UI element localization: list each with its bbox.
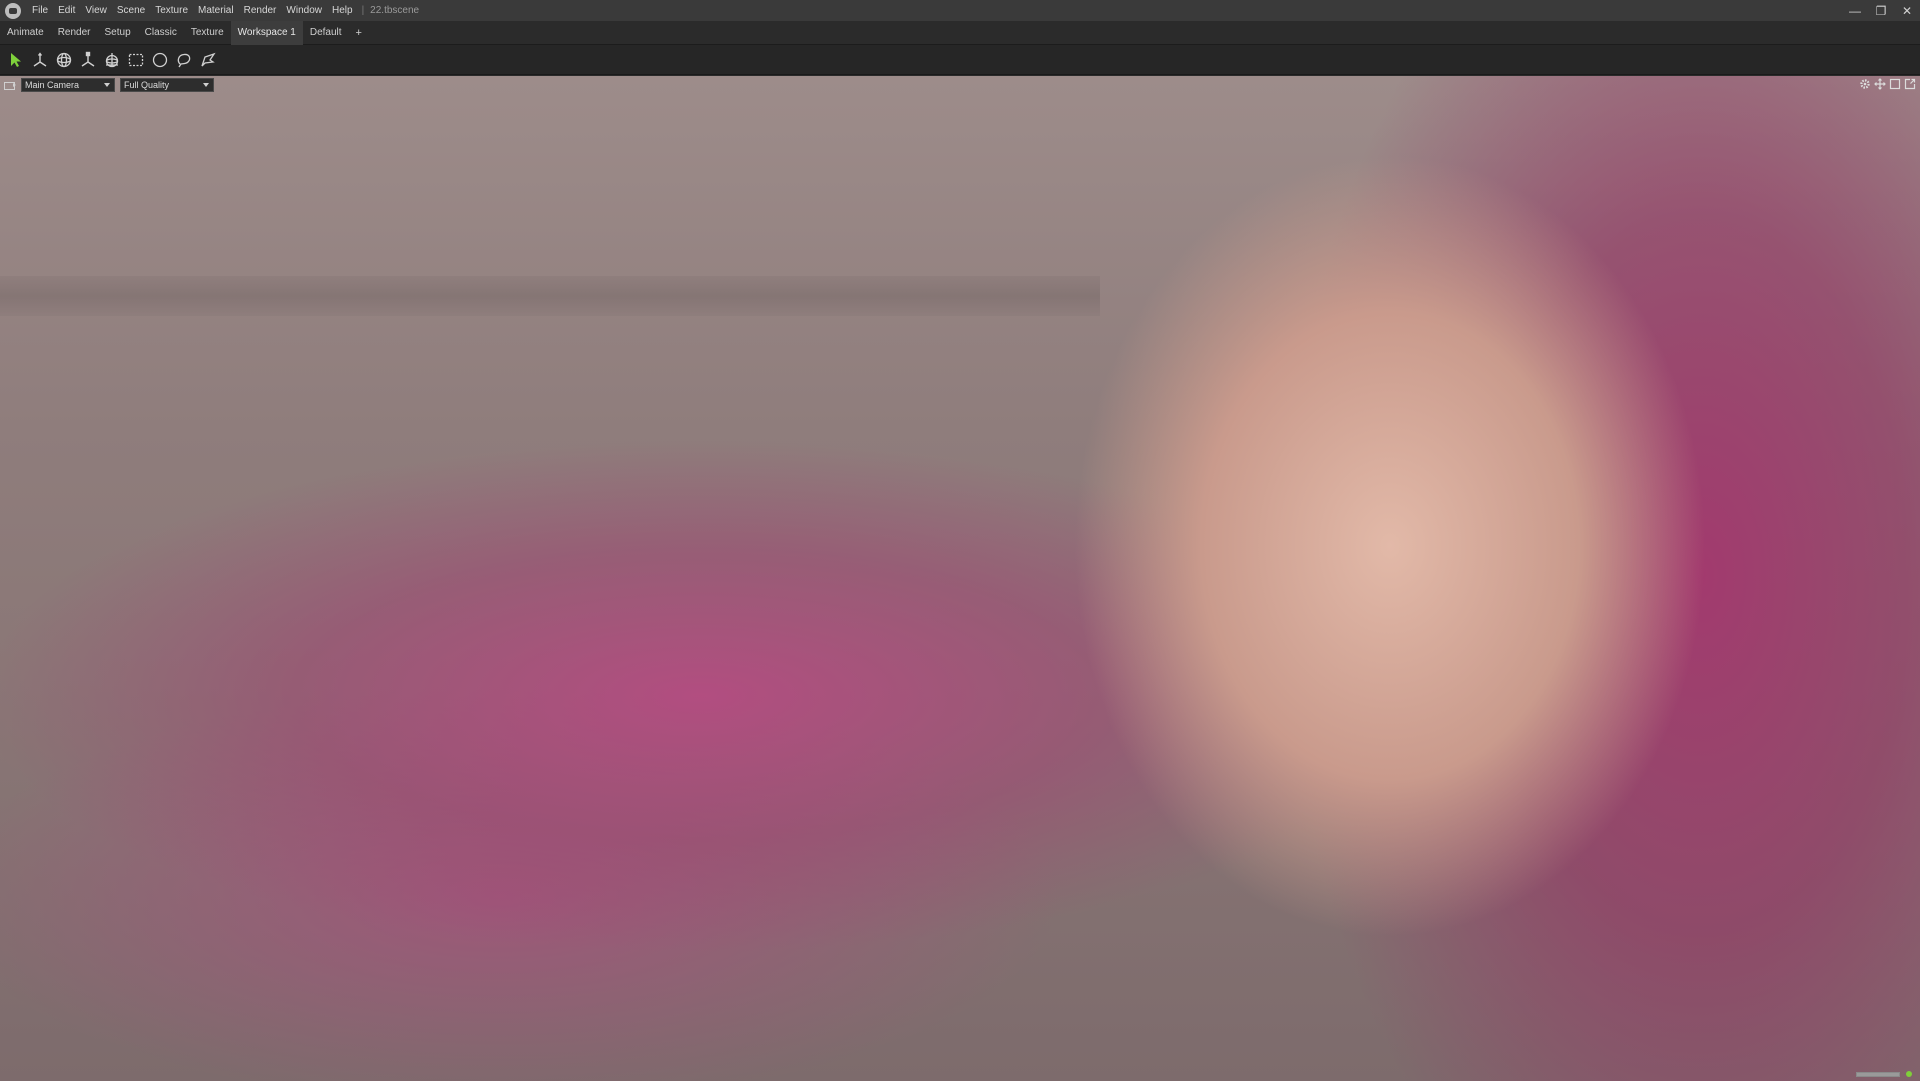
menu-window[interactable]: Window (281, 0, 327, 21)
paint-select-icon[interactable] (196, 48, 220, 72)
maximize-viewport-icon[interactable] (1889, 78, 1901, 90)
camera-select-value: Main Camera (25, 80, 80, 90)
menu-edit[interactable]: Edit (53, 0, 80, 21)
menu-help[interactable]: Help (327, 0, 358, 21)
tool-bar (0, 45, 1920, 75)
menu-separator: | (361, 5, 365, 16)
viewport-camera-icon[interactable] (3, 79, 17, 91)
workspace-tab-bar: Animate Render Setup Classic Texture Wor… (0, 20, 1920, 45)
lasso-select-icon[interactable] (172, 48, 196, 72)
tab-texture[interactable]: Texture (184, 21, 231, 45)
menu-material[interactable]: Material (193, 0, 239, 21)
menu-view[interactable]: View (80, 0, 112, 21)
chevron-down-icon (104, 83, 110, 87)
move-tool-icon[interactable] (28, 48, 52, 72)
window-controls: — ❐ ✕ (1842, 0, 1920, 21)
add-tab-button[interactable]: + (349, 27, 369, 39)
transform-tool-icon[interactable] (100, 48, 124, 72)
render-status-indicator (1906, 1071, 1912, 1077)
quality-select-value: Full Quality (124, 80, 170, 90)
scene-file-name: 22.tbscene (370, 5, 420, 16)
render-progress-bar (1856, 1071, 1900, 1077)
gear-icon[interactable] (1859, 78, 1871, 90)
tab-default[interactable]: Default (303, 21, 349, 45)
title-bar: File Edit View Scene Texture Material Re… (0, 0, 1920, 21)
circle-select-icon[interactable] (148, 48, 172, 72)
close-button[interactable]: ✕ (1894, 0, 1920, 21)
viewport-header: Main Camera Full Quality (0, 76, 219, 94)
chevron-down-icon (203, 83, 209, 87)
menu-render[interactable]: Render (239, 0, 282, 21)
viewport-right-controls (1859, 78, 1916, 90)
app-logo-icon[interactable] (5, 2, 21, 19)
background-wall-band (0, 276, 1100, 316)
rect-select-icon[interactable] (124, 48, 148, 72)
tab-animate[interactable]: Animate (0, 21, 51, 45)
scale-tool-icon[interactable] (76, 48, 100, 72)
tab-setup[interactable]: Setup (98, 21, 138, 45)
select-tool-icon[interactable] (4, 48, 28, 72)
rotate-tool-icon[interactable] (52, 48, 76, 72)
quality-select[interactable]: Full Quality (120, 78, 214, 92)
tab-classic[interactable]: Classic (138, 21, 184, 45)
render-status (1856, 1071, 1912, 1077)
tab-render[interactable]: Render (51, 21, 98, 45)
maximize-button[interactable]: ❐ (1868, 0, 1894, 21)
popout-icon[interactable] (1904, 78, 1916, 90)
menu-scene[interactable]: Scene (112, 0, 150, 21)
menu-file[interactable]: File (27, 0, 53, 21)
main-menu: File Edit View Scene Texture Material Re… (27, 0, 419, 21)
menu-texture[interactable]: Texture (150, 0, 193, 21)
minimize-button[interactable]: — (1842, 0, 1868, 21)
camera-select[interactable]: Main Camera (21, 78, 115, 92)
render-viewport[interactable]: Main Camera Full Quality (0, 76, 1920, 1081)
move-view-icon[interactable] (1874, 78, 1886, 90)
tab-workspace-1[interactable]: Workspace 1 (230, 20, 303, 45)
